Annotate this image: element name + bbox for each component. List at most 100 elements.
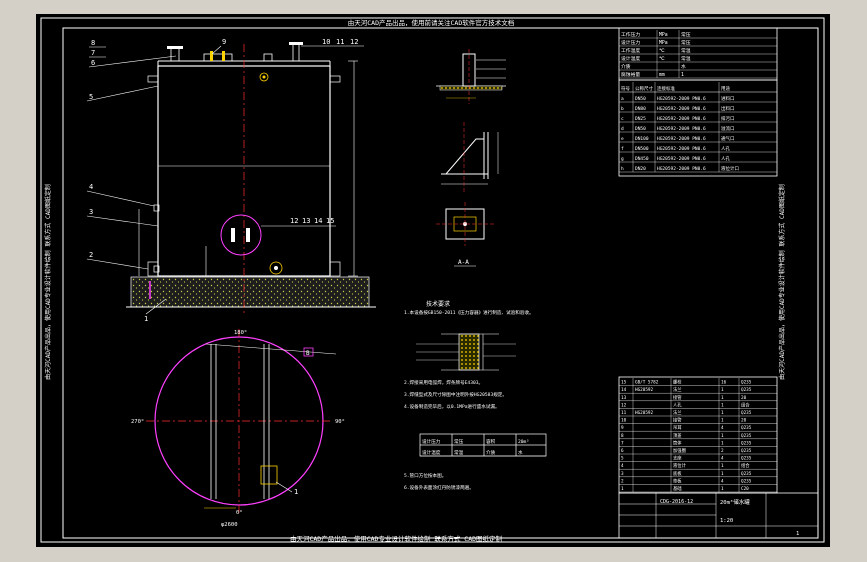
parts-row-cell: 人孔 <box>673 401 682 408</box>
design-row-cell: 常温 <box>681 55 691 62</box>
design-row-cell: 工作温度 <box>621 47 640 54</box>
spec-row-cell: 20m³ <box>518 439 529 445</box>
design-data-table: 工作压力 MPa 常压设计压力 MPa 常压工作温度 ℃ 常温设计温度 ℃ 常温介质 水腐蚀裕量 m… <box>618 27 778 81</box>
notes-title: 技术要求 <box>426 300 450 308</box>
callout-1: 1 <box>144 315 148 323</box>
parts-row-cell: 9 <box>621 425 624 431</box>
design-row-cell: 介质 <box>621 63 631 70</box>
cad-viewport[interactable]: 由天河CAD产品出品，使用前请关注CAD软件官方技术文档 由天河CAD产品出品，… <box>36 14 830 547</box>
nozzle-row-cell: HG20592-2009 PN0.6 <box>657 136 706 142</box>
parts-row-cell: Q235 <box>741 380 752 386</box>
nozzle-row-cell: 液位计口 <box>721 165 739 172</box>
callout-11: 11 <box>336 38 344 46</box>
parts-row-cell: Q235 <box>741 387 752 393</box>
nozzle-row-cell: 人孔 <box>721 145 730 152</box>
parts-row-cell: 3 <box>621 471 624 477</box>
spec-row-cell: 水 <box>518 449 523 456</box>
parts-row-cell: 顶盖 <box>673 432 682 439</box>
parts-row-cell: Q235 <box>741 410 752 416</box>
nozzle-row-cell: DN25 <box>635 116 646 122</box>
top-banner: 由天河CAD产品出品，使用前请关注CAD软件官方技术文档 <box>348 18 514 27</box>
parts-row-cell: Q235 <box>741 478 752 484</box>
parts-row-cell: HG20592 <box>635 410 654 416</box>
plan-angle-90: 90° <box>335 419 345 425</box>
callout-14: 14 <box>314 217 322 225</box>
nozzle-row-cell: e <box>621 137 624 142</box>
parts-row-cell: 加强圈 <box>673 447 686 454</box>
parts-row-cell: 1 <box>721 463 724 469</box>
foundation-hatch <box>130 276 370 308</box>
plan-angle-180: 180° <box>234 330 247 336</box>
nozzle-row-cell: d <box>621 126 624 132</box>
nozzle-row-cell: HG20592-2009 PN0.6 <box>657 146 706 152</box>
parts-row-cell: Q235 <box>741 440 752 446</box>
parts-row-cell: 法兰 <box>673 409 682 416</box>
nozzle-row-cell: 通气口 <box>721 135 735 142</box>
tank-elevation <box>126 42 376 314</box>
nozzle-row-cell: f <box>621 146 624 152</box>
tank-plan: B 0° 90° 180° 270° 1 φ2600 <box>131 329 345 528</box>
callout-13: 13 <box>302 217 310 225</box>
parts-row-cell: 基础 <box>673 485 682 492</box>
nozzle-row-cell: b <box>621 106 624 112</box>
design-row-cell: 腐蚀裕量 <box>621 71 640 78</box>
nozzle-row-header-3: 用途 <box>721 85 730 92</box>
parts-row-cell: 4 <box>621 463 624 469</box>
note-4: 4.设备制造完毕后，以0.1MPa进行盛水试漏。 <box>404 403 500 410</box>
note-3: 3.焊缝型式及尺寸除图中注明外按HG20583规定。 <box>404 391 507 398</box>
parts-row-cell: 20 <box>741 395 747 401</box>
design-row-cell: 工作压力 <box>621 31 640 38</box>
parts-row-cell: 接管 <box>673 394 682 401</box>
spec-row-cell: 设计压力 <box>422 438 441 445</box>
spec-row-cell: 常压 <box>454 438 464 445</box>
parts-row-cell: 组合 <box>741 462 750 469</box>
parts-row-cell: 10 <box>621 418 627 424</box>
parts-row-cell: 1 <box>721 418 724 424</box>
parts-row-cell: 2 <box>621 478 624 484</box>
parts-row-cell: 组合 <box>741 401 750 408</box>
manhole-front <box>220 214 262 256</box>
parts-row-cell: 5 <box>621 456 624 462</box>
parts-row-cell: HG20592 <box>635 387 654 393</box>
parts-row-cell: 1 <box>721 395 724 401</box>
parts-row-cell: 6 <box>621 448 624 454</box>
callout-12-top: 12 <box>350 38 358 46</box>
parts-row-cell: GB/T 5782 <box>635 380 659 386</box>
callout-7: 7 <box>91 49 95 57</box>
callout-9: 9 <box>222 38 226 46</box>
parts-row-cell: 接管 <box>673 417 682 424</box>
plan-detail-mark: B <box>306 350 310 357</box>
drawing-canvas[interactable]: 由天河CAD产品出品，使用前请关注CAD软件官方技术文档 由天河CAD产品出品，… <box>36 14 830 547</box>
design-row-cell: MPa <box>659 32 668 38</box>
nozzle-row-cell: g <box>621 157 624 162</box>
nozzle-row-cell: a <box>621 97 624 102</box>
spec-row-cell: 常温 <box>454 449 464 456</box>
design-row-cell: 设计压力 <box>621 39 640 46</box>
parts-row-cell: Q235 <box>741 433 752 439</box>
nozzle-row-cell: HG20592-2009 PN0.6 <box>657 126 706 132</box>
parts-list-table: 15 GB/T 5782 螺栓 16 Q23514 HG20592 法兰 1 Q23513 接管 1… <box>618 376 778 494</box>
callout-3: 3 <box>89 208 93 216</box>
nozzle-row-cell: DN20 <box>635 166 646 172</box>
nozzle-row-cell: HG20592-2009 PN0.6 <box>657 96 706 102</box>
nozzle-row-cell: HG20592-2009 PN0.6 <box>657 106 706 112</box>
detail-views: A-A <box>416 49 516 371</box>
parts-row-cell: 吊耳 <box>673 425 682 431</box>
parts-row-cell: 15 <box>621 380 627 386</box>
plan-angle-270: 270° <box>131 419 144 425</box>
parts-row-cell: 4 <box>721 456 724 462</box>
design-row-cell: 常温 <box>681 47 691 54</box>
spec-table: 设计压力 常压 容积 20m³ 设计温度 常温 介质 水 <box>419 433 547 457</box>
nozzle-row-cell: 溢流口 <box>721 125 735 132</box>
title-block-scale: 1:20 <box>720 518 733 524</box>
parts-row-cell: 1 <box>721 387 724 393</box>
spec-row-cell: 介质 <box>486 449 496 456</box>
design-row-cell: mm <box>659 73 665 78</box>
title-block-drawing-no: CDG-2016-12 <box>660 499 693 505</box>
parts-row-cell: 1 <box>721 402 724 408</box>
note-6: 6.设备外表面涂红丹防锈漆两遍。 <box>404 484 474 491</box>
parts-row-cell: 支座 <box>673 455 682 462</box>
design-row-cell: 常压 <box>681 39 691 46</box>
nozzle-row-cell: 进料口 <box>721 95 735 102</box>
parts-row-cell: 筒体 <box>673 439 682 446</box>
